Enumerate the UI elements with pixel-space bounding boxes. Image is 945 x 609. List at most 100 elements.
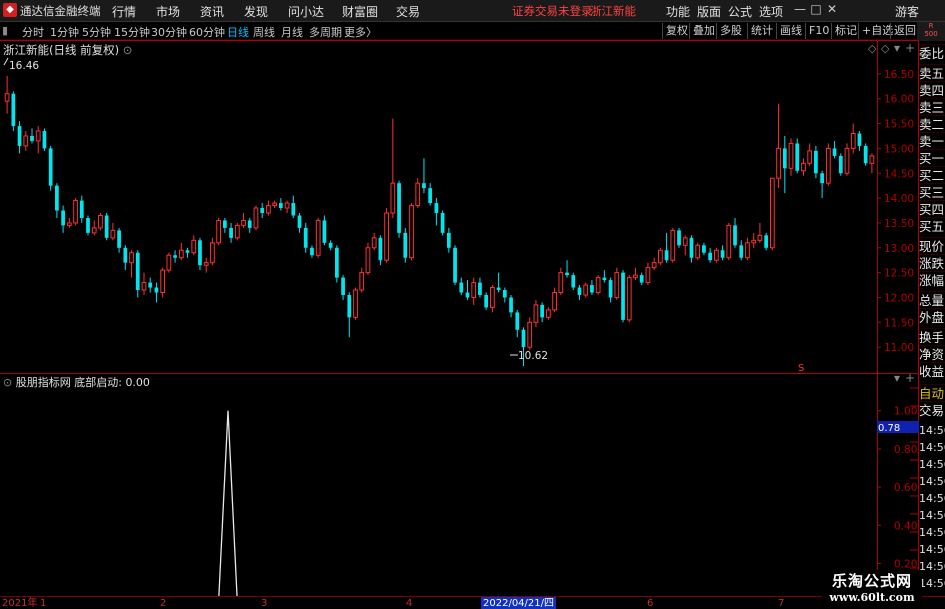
quote-label-change-pct: 涨幅 [919, 271, 945, 288]
candle-body-down [79, 200, 84, 218]
candle-body-down [720, 250, 725, 258]
date-label: 2021年 [2, 598, 38, 609]
candle-body-down [198, 240, 202, 266]
candle-body-up [713, 249, 719, 261]
candle-body-down [639, 275, 644, 283]
quote-label-turnover: 换手 [919, 328, 945, 345]
indicator-value: 0.00 [125, 376, 150, 389]
candle-body-up [583, 284, 589, 296]
candle-body-up [801, 162, 806, 172]
candle-body-up [490, 287, 495, 308]
add-icon[interactable]: + [905, 41, 915, 55]
price-tick-label: 11.50 [884, 317, 914, 329]
candle-body-up [409, 205, 414, 259]
chart-frame [0, 40, 919, 596]
price-tick-label: 14.00 [884, 193, 914, 205]
indicator-tick-label: 0.20 [894, 558, 917, 570]
candle-body-down [303, 227, 308, 248]
price-tick-label: 15.50 [884, 119, 914, 131]
candle-body-down [341, 277, 345, 295]
candle-body-up [166, 254, 172, 271]
quote-label-price: 现价 [919, 237, 945, 254]
candle-body-down [328, 242, 333, 248]
candle-body-down [86, 217, 90, 233]
candle-body-up [657, 249, 663, 264]
quote-label-net-assets: 净资 [919, 345, 945, 362]
main-chart-title[interactable]: 浙江新能(日线 前复权) ⊙ [3, 42, 132, 58]
candle-body-up [23, 135, 29, 147]
scroll-down-icon[interactable]: ▾ [894, 371, 900, 385]
date-axis-bar[interactable]: 2021年 1 2 3 4 2022/04/21/四 6 7 [0, 596, 945, 609]
tab-auto[interactable]: 自动 [919, 384, 945, 401]
sub-chart-title[interactable]: ⊙ 股朋指标网 底部启动: 0.00 [3, 374, 150, 390]
candle-body-down [260, 208, 265, 213]
candle-body-up [384, 212, 389, 261]
quote-label-earnings: 收益 [919, 362, 945, 379]
candle-body-down [857, 133, 862, 146]
candle-body-up [527, 321, 533, 348]
candle-body-down [820, 173, 824, 184]
scroll-down-icon[interactable]: ▾ [894, 41, 900, 55]
kline-chart[interactable]: 16.50 16.00 15.50 15.00 14.50 14.00 13.50 13.00… [0, 0, 945, 609]
candle-body-up [266, 205, 271, 214]
watermark-title: 乐淘公式网 [831, 572, 912, 590]
candle-body-down [838, 155, 843, 174]
quote-label-ask2: 卖二 [919, 115, 945, 132]
indicator-name: 底部启动 [74, 376, 119, 389]
quote-label-change: 涨跌 [919, 254, 945, 271]
quote-label-ask1: 卖一 [919, 132, 945, 149]
date-label: 2 [160, 598, 167, 609]
candle-body-down [55, 185, 59, 211]
candle-body-down [571, 275, 576, 288]
candle-body-down [117, 230, 121, 248]
candle-body-up [614, 272, 620, 298]
indicator-tick-label: 0.80 [894, 444, 917, 456]
candle-body-up [415, 182, 421, 207]
candle-body-down [378, 237, 383, 261]
candle-body-up [850, 133, 856, 149]
main-chart-title-text: 浙江新能(日线 前复权) [3, 43, 120, 57]
candle-body-down [185, 250, 190, 253]
candle-body-down [739, 245, 744, 258]
candle-body-up [745, 242, 750, 259]
settings-circle-icon[interactable]: ⊙ [3, 376, 12, 389]
price-tick-label: 12.50 [884, 268, 914, 280]
candle-body-up [234, 224, 240, 239]
candle-body-up [216, 219, 222, 244]
candle-body-down [453, 247, 457, 283]
candle-body-down [708, 252, 712, 261]
indicator-tick-label: 0.40 [894, 520, 917, 532]
candle-body-up [98, 214, 103, 229]
tab-trade[interactable]: 交易 [919, 401, 945, 418]
candle-body-down [17, 126, 22, 146]
candle-body-up [825, 147, 831, 184]
candle-body-up [751, 239, 757, 244]
candle-body-up [757, 234, 763, 241]
tick-time: 14:56 [919, 441, 945, 454]
candle-body-up [359, 272, 365, 291]
quote-label-bid1: 买一 [919, 149, 945, 166]
candle-body-down [602, 277, 607, 281]
candle-body-up [844, 147, 850, 174]
indicator-colon: : [118, 376, 122, 389]
add-icon[interactable]: + [905, 371, 915, 385]
diamond-icon[interactable]: ◇ [868, 42, 877, 55]
candle-body-up [645, 267, 651, 284]
settings-circle-icon[interactable]: ⊙ [123, 43, 133, 57]
candle-body-down [496, 287, 501, 291]
candle-body-down [123, 247, 128, 263]
candle-body-down [30, 135, 34, 141]
candle-body-down [322, 220, 327, 243]
watermark-url: www.60lt.com [829, 591, 915, 604]
candle-body-up [66, 222, 72, 226]
candle-body-up [73, 200, 78, 224]
candle-body-down [689, 237, 694, 258]
quote-label-bid2: 买二 [919, 166, 945, 183]
candle-body-down [422, 183, 426, 189]
quote-label-bid4: 买四 [919, 200, 945, 217]
candle-body-up [726, 224, 732, 259]
selected-date[interactable]: 2022/04/21/四 [481, 597, 557, 609]
candle-body-up [807, 150, 813, 164]
candle-body-down [664, 250, 669, 261]
diamond-icon[interactable]: ◇ [881, 42, 890, 55]
